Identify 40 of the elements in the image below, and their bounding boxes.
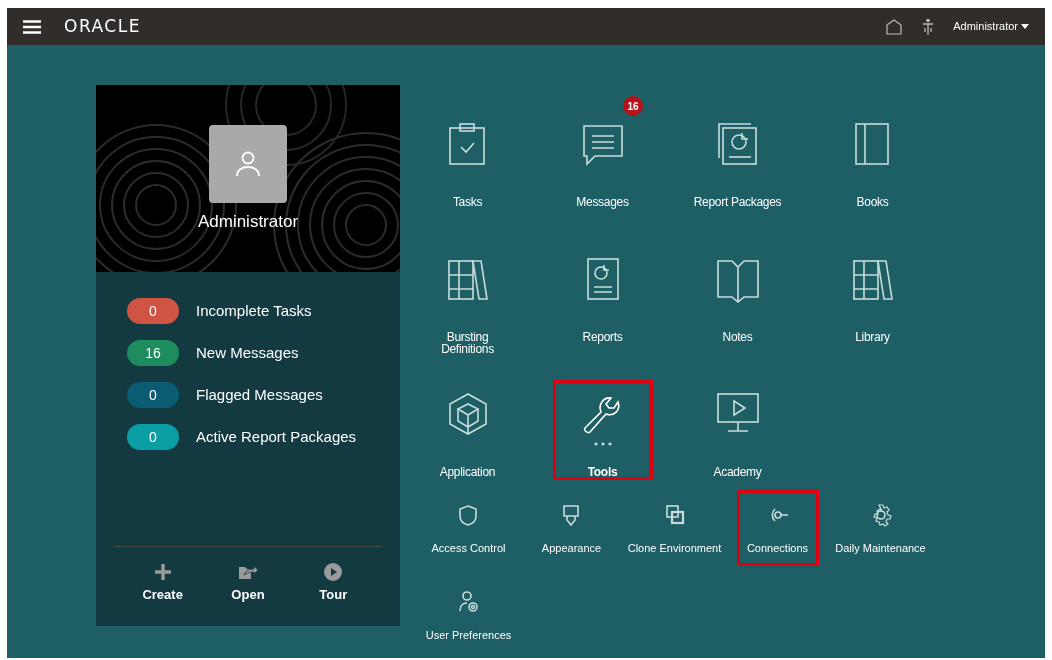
home-icon[interactable]	[885, 17, 904, 36]
notification-badge: 16	[623, 96, 643, 116]
tile-button[interactable]: Academy	[690, 383, 785, 478]
tile-button[interactable]: Tools	[555, 383, 650, 478]
plus-icon	[153, 562, 172, 581]
count-pill: 0	[127, 424, 179, 450]
user-icon	[235, 150, 261, 178]
tool-button[interactable]: Appearance	[541, 493, 602, 554]
tool-button[interactable]: Connections	[746, 493, 809, 554]
count-pill: 0	[127, 298, 179, 324]
tile-button[interactable]: Reports	[555, 248, 650, 343]
action-button[interactable]: Create	[132, 562, 193, 604]
accessibility-icon[interactable]	[921, 17, 936, 36]
tile-button[interactable]: Messages	[555, 113, 650, 208]
tile-button[interactable]: Application	[420, 383, 515, 478]
tile-button[interactable]: Report Packages	[690, 113, 785, 208]
action-button[interactable]: Open	[218, 562, 278, 604]
tile-button[interactable]: Library	[825, 248, 920, 343]
tool-button[interactable]: Clone Environment	[627, 493, 722, 554]
user-menu[interactable]: Administrator	[953, 18, 1029, 35]
menu-icon[interactable]	[23, 19, 41, 34]
action-button[interactable]: Tour	[303, 562, 364, 604]
stat-label[interactable]: Active Report Packages	[196, 425, 357, 449]
tool-button[interactable]: User Preferences	[425, 580, 512, 641]
tool-button[interactable]: Daily Maintenance	[835, 493, 926, 554]
play-icon	[324, 562, 343, 581]
tile-button[interactable]: Bursting Definitions	[420, 248, 515, 355]
stat-label[interactable]: New Messages	[196, 341, 299, 365]
oracle-logo: ORACLE	[64, 14, 141, 38]
tool-button[interactable]: Access Control	[431, 493, 506, 554]
stat-label[interactable]: Incomplete Tasks	[196, 299, 312, 323]
tile-button[interactable]: Notes	[690, 248, 785, 343]
count-pill: 16	[127, 340, 179, 366]
user-name: Administrator	[197, 211, 299, 233]
user-gear-icon	[456, 590, 481, 614]
count-pill: 0	[127, 382, 179, 408]
stat-label[interactable]: Flagged Messages	[196, 383, 323, 407]
caret-icon	[1021, 24, 1029, 29]
tile-button[interactable]: Tasks	[420, 113, 515, 208]
tile-button[interactable]: Books	[825, 113, 920, 208]
